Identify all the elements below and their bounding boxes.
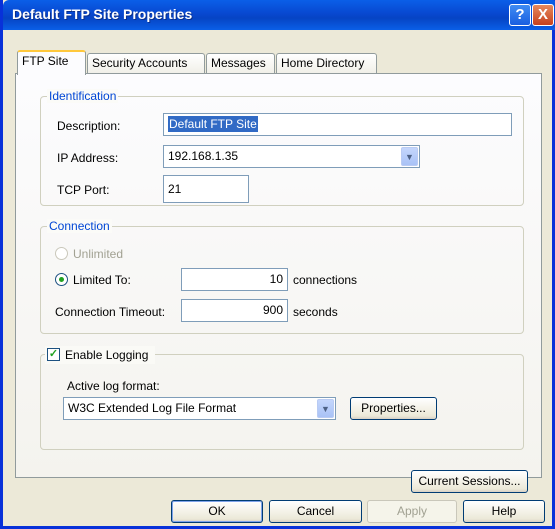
properties-dialog: Default FTP Site Properties ? X FTP Site…: [0, 0, 555, 529]
enable-logging-label: Enable Logging: [65, 348, 149, 362]
chevron-down-icon[interactable]: ▼: [317, 399, 334, 418]
seconds-unit-label: seconds: [293, 305, 338, 319]
description-field[interactable]: Default FTP Site: [163, 113, 512, 136]
ip-address-value: 192.168.1.35: [168, 149, 239, 163]
ip-address-select[interactable]: 192.168.1.35 ▼: [163, 145, 420, 168]
tab-home-directory[interactable]: Home Directory: [276, 53, 377, 74]
log-format-value: W3C Extended Log File Format: [68, 401, 237, 415]
identification-group: Identification Description: Default FTP …: [40, 89, 524, 206]
ip-address-label: IP Address:: [57, 151, 119, 165]
limited-to-label: Limited To:: [73, 273, 131, 287]
active-log-format-label: Active log format:: [67, 379, 160, 393]
help-button[interactable]: Help: [463, 500, 545, 523]
close-icon[interactable]: X: [532, 4, 554, 26]
cancel-button[interactable]: Cancel: [269, 500, 362, 523]
enable-logging-checkbox[interactable]: ✓: [47, 348, 60, 361]
apply-button[interactable]: Apply: [367, 500, 457, 523]
dialog-body: FTP Site Security Accounts Messages Home…: [3, 30, 552, 526]
connection-group: Connection Unlimited Limited To: 10 conn…: [40, 219, 524, 334]
unlimited-label: Unlimited: [73, 247, 124, 261]
tcp-port-label: TCP Port:: [57, 183, 110, 197]
max-connections-field[interactable]: 10: [181, 268, 288, 291]
title-bar[interactable]: Default FTP Site Properties ? X: [3, 0, 555, 30]
chevron-down-icon[interactable]: ▼: [401, 147, 418, 166]
log-format-select[interactable]: W3C Extended Log File Format ▼: [63, 397, 336, 420]
unlimited-radio[interactable]: [55, 247, 68, 260]
radio-selected-dot: [59, 277, 64, 282]
enable-logging-legend: ✓ Enable Logging: [45, 346, 155, 364]
limited-to-radio[interactable]: [55, 273, 68, 286]
help-icon[interactable]: ?: [509, 4, 531, 26]
identification-legend: Identification: [47, 89, 119, 103]
connection-timeout-field[interactable]: 900: [181, 299, 288, 322]
tab-security-accounts[interactable]: Security Accounts: [87, 53, 205, 74]
connections-unit-label: connections: [293, 273, 358, 287]
ok-button[interactable]: OK: [171, 500, 263, 523]
window-title: Default FTP Site Properties: [12, 6, 193, 22]
tcp-port-field[interactable]: 21: [163, 175, 249, 203]
connection-timeout-label: Connection Timeout:: [55, 305, 166, 319]
description-value: Default FTP Site: [168, 116, 258, 132]
log-properties-button[interactable]: Properties...: [350, 397, 437, 420]
connection-legend: Connection: [47, 219, 112, 233]
description-label: Description:: [57, 119, 121, 133]
current-sessions-button[interactable]: Current Sessions...: [411, 470, 528, 493]
logging-group: ✓ Enable Logging Active log format: W3C …: [40, 346, 524, 450]
tab-messages[interactable]: Messages: [206, 53, 275, 74]
tab-panel-ftp-site: Identification Description: Default FTP …: [15, 73, 542, 493]
tab-ftp-site[interactable]: FTP Site: [17, 50, 86, 75]
